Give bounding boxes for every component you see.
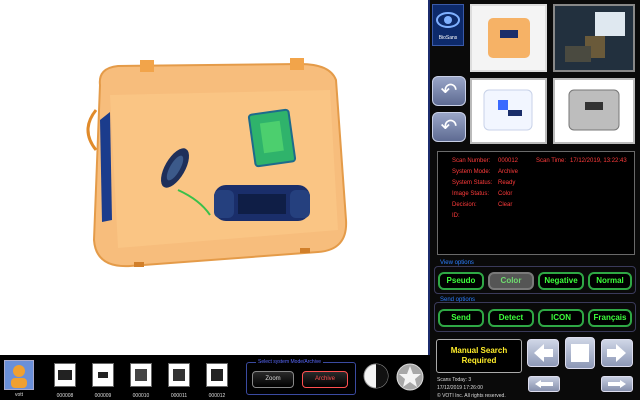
manual-search-required[interactable]: Manual Search Required [436, 339, 522, 373]
normal-button[interactable]: Normal [588, 272, 632, 290]
manual-search-line2: Required [461, 356, 497, 365]
arrow-right-icon [607, 344, 626, 362]
person-icon [11, 365, 27, 388]
image-status-value: Color [498, 191, 513, 197]
filmstrip-item[interactable] [168, 363, 190, 387]
contrast-icon [363, 363, 389, 389]
rotate-left-button[interactable]: ↶ [432, 76, 466, 106]
copyright: © VOTI Inc. All rights reserved. [437, 393, 506, 399]
thumbnail-image [98, 372, 108, 378]
star-icon [396, 363, 424, 391]
skip-left-icon [535, 380, 553, 388]
mode-panel-title: Select system Mode/Archive [256, 359, 324, 365]
id-label: ID: [452, 213, 460, 219]
vott-logo: vott [14, 392, 24, 398]
footer-datetime: 17/12/2019 17:26:00 [437, 385, 483, 391]
thumbnail-image [135, 369, 147, 381]
decision-label: Decision: [452, 202, 477, 208]
operator-avatar [4, 360, 34, 390]
filmstrip-label: 000009 [94, 393, 112, 399]
skip-right-icon [608, 380, 626, 388]
previous-button[interactable] [527, 339, 559, 367]
scan-time-label: Scan Time: [536, 158, 567, 164]
stop-square-icon [571, 344, 589, 362]
decision-value: Clear [498, 202, 513, 208]
scan-number-label: Scan Number: [452, 158, 491, 164]
send-button[interactable]: Send [438, 309, 484, 327]
camera-image [555, 6, 633, 70]
filmstrip-label: 000012 [208, 393, 226, 399]
filmstrip-item[interactable] [206, 363, 228, 387]
filmstrip-label: 000008 [56, 393, 74, 399]
thumbnail-image [173, 369, 185, 381]
first-scan-button[interactable] [528, 376, 560, 392]
manual-search-line1: Manual Search [450, 346, 508, 355]
filmstrip-label: 000010 [132, 393, 150, 399]
system-mode-value: Archive [498, 169, 519, 175]
detect-button[interactable]: Detect [488, 309, 534, 327]
curved-arrow-left-icon: ↶ [440, 80, 458, 102]
xray-bag-image [86, 58, 348, 268]
zoom-button[interactable]: Zoom [252, 371, 294, 388]
icon-button[interactable]: ICON [538, 309, 584, 327]
thumbnail-image [58, 370, 72, 380]
thumbnail-negative[interactable] [470, 78, 547, 144]
thumbnail-camera[interactable] [553, 4, 635, 72]
arrow-left-icon [534, 344, 553, 362]
color-button[interactable]: Color [488, 272, 534, 290]
archive-button[interactable]: Archive [302, 371, 348, 388]
filmstrip-item[interactable] [130, 363, 152, 387]
thumbnail-grayscale[interactable] [553, 78, 635, 144]
negative-button[interactable]: Negative [538, 272, 584, 290]
filmstrip-item[interactable] [92, 363, 114, 387]
system-mode-label: System Mode: [452, 169, 491, 175]
thumbnail-image [568, 89, 620, 131]
enhance-button[interactable] [395, 362, 425, 392]
undo-button[interactable]: ↶ [432, 112, 466, 142]
filmstrip-label: 000011 [170, 393, 188, 399]
undo-arrow-icon: ↶ [440, 116, 458, 138]
image-status-label: Image Status: [452, 191, 490, 197]
pseudo-button[interactable]: Pseudo [438, 272, 484, 290]
scan-time-value: 17/12/2019, 13:22:43 [570, 158, 627, 164]
stop-button[interactable] [565, 337, 595, 369]
system-status-value: Ready [498, 180, 516, 186]
scan-image-viewer[interactable] [0, 0, 430, 355]
scan-info-panel: Scan Number: 000012 Scan Time: 17/12/201… [437, 151, 635, 255]
brand-logo: BioSans [432, 4, 464, 46]
brand-name: BioSans [438, 35, 458, 41]
next-button[interactable] [601, 339, 633, 367]
thumbnail-top-view[interactable] [470, 4, 547, 72]
scan-number-value: 000012 [498, 158, 519, 164]
thumbnail-image [211, 369, 223, 381]
filmstrip-item[interactable] [54, 363, 76, 387]
thumbnail-image [483, 89, 533, 131]
system-status-label: System Status: [452, 180, 493, 186]
francais-button[interactable]: Français [588, 309, 632, 327]
eye-logo-icon [436, 12, 460, 28]
contrast-button[interactable] [362, 362, 390, 390]
last-scan-button[interactable] [601, 376, 633, 392]
scans-today: Scans Today: 3 [437, 377, 472, 383]
thumbnail-image [488, 18, 530, 58]
